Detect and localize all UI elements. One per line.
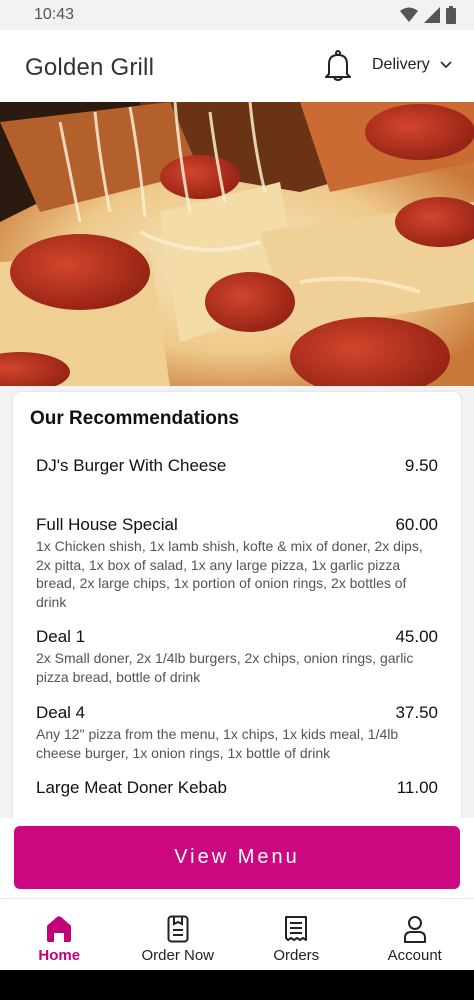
delivery-label: Delivery <box>372 56 430 73</box>
item-name: Large Meat Doner Kebab <box>36 778 227 797</box>
item-price: 45.00 <box>395 627 438 646</box>
chevron-down-icon <box>440 61 452 69</box>
status-time: 10:43 <box>34 6 75 23</box>
bell-icon <box>325 50 351 81</box>
status-bar: 10:43 <box>0 0 474 30</box>
item-description: 2x Small doner, 2x 1/4lb burgers, 2x chi… <box>36 650 414 685</box>
menu-item[interactable]: Large Meat Doner Kebab 11.00 <box>36 778 438 798</box>
order-icon <box>167 915 189 943</box>
item-description: 1x Chicken shish, 1x lamb shish, kofte &… <box>36 538 423 610</box>
notification-button[interactable] <box>324 50 352 82</box>
menu-item[interactable]: Deal 1 45.00 2x Small doner, 2x 1/4lb bu… <box>36 627 438 686</box>
wifi-icon <box>400 7 418 22</box>
signal-icon <box>424 7 440 23</box>
item-price: 60.00 <box>395 515 438 534</box>
nav-label: Orders <box>273 947 320 964</box>
system-nav-bar <box>0 970 474 1000</box>
receipt-icon <box>285 916 308 941</box>
item-price: 9.50 <box>404 456 438 475</box>
item-description: Any 12" pizza from the menu, 1x chips, 1… <box>36 726 399 761</box>
nav-label: Account <box>387 947 442 964</box>
battery-icon <box>446 6 456 24</box>
nav-item-home[interactable]: Home <box>0 899 119 970</box>
pizza-image <box>0 102 474 386</box>
restaurant-title: Golden Grill <box>25 54 155 81</box>
item-name: Full House Special <box>36 515 178 534</box>
nav-label: Order Now <box>141 947 215 964</box>
home-icon <box>47 916 72 942</box>
recommendations-card: Our Recommendations DJ's Burger With Che… <box>13 392 461 822</box>
nav-item-order-now[interactable]: Order Now <box>119 899 238 970</box>
nav-item-account[interactable]: Account <box>356 899 474 970</box>
item-price: 11.00 <box>396 778 438 797</box>
nav-label: Home <box>38 947 81 964</box>
recommendations-heading: Our Recommendations <box>30 408 240 429</box>
item-name: Deal 4 <box>36 703 86 722</box>
item-name: DJ's Burger With Cheese <box>36 456 227 475</box>
hero-image <box>0 102 474 386</box>
delivery-selector[interactable]: Delivery <box>372 56 452 74</box>
app-header: Golden Grill Delivery <box>0 30 474 102</box>
nav-item-orders[interactable]: Orders <box>237 899 356 970</box>
status-icons <box>400 6 456 24</box>
item-price: 37.50 <box>395 703 438 722</box>
bottom-nav: Home Order Now Orders Account <box>0 898 474 970</box>
item-name: Deal 1 <box>36 627 86 646</box>
view-menu-button[interactable]: View Menu <box>14 826 460 889</box>
menu-item[interactable]: Deal 4 37.50 Any 12" pizza from the menu… <box>36 703 438 762</box>
menu-item[interactable]: DJ's Burger With Cheese 9.50 <box>36 456 438 476</box>
menu-item[interactable]: Full House Special 60.00 1x Chicken shis… <box>36 515 438 611</box>
user-icon <box>403 916 426 943</box>
